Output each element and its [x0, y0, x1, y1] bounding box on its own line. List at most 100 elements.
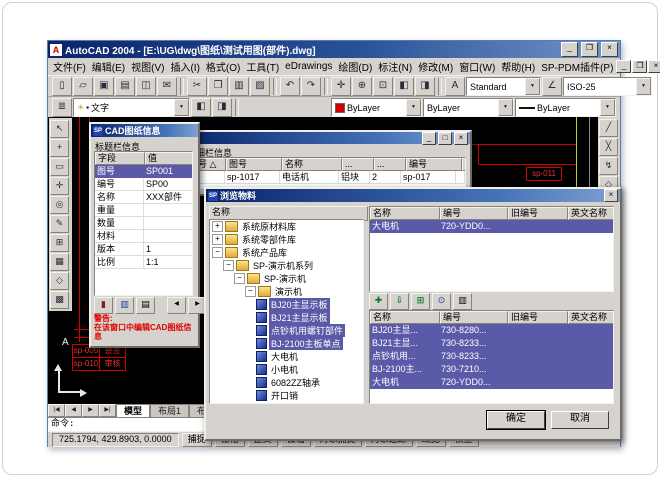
- list-view-icon[interactable]: ▥: [453, 293, 472, 310]
- menu-view[interactable]: 视图(V): [128, 58, 167, 75]
- menu-insert[interactable]: 插入(I): [167, 58, 202, 75]
- tree-item-part[interactable]: 开口销: [210, 389, 363, 402]
- chevron-down-icon[interactable]: ▼: [525, 78, 540, 95]
- chevron-down-icon[interactable]: ▼: [174, 99, 189, 116]
- save-icon[interactable]: ▣: [94, 77, 114, 96]
- match-properties-icon[interactable]: ▨: [250, 77, 270, 96]
- tree-item-parts-library[interactable]: + 系统零部件库: [210, 233, 363, 246]
- column-header-name[interactable]: 名称: [370, 311, 440, 324]
- table-row[interactable]: 编号 SP00: [95, 178, 192, 191]
- first-tab-icon[interactable]: |◀: [48, 404, 65, 417]
- restore-button[interactable]: ❐: [581, 42, 598, 57]
- maximize-button[interactable]: □: [438, 132, 452, 145]
- tree-item-demo-series[interactable]: − SP-演示机系列: [210, 259, 363, 272]
- properties-icon[interactable]: ◧: [394, 77, 414, 96]
- open-box-icon[interactable]: ⊞: [411, 293, 430, 310]
- publish-icon[interactable]: ✉: [157, 77, 177, 96]
- table-row[interactable]: 点钞机用... 730-8233...: [370, 350, 613, 363]
- dim-style-icon[interactable]: ∠: [542, 77, 562, 96]
- tree-expand-icon[interactable]: +: [212, 221, 223, 232]
- linetype-combo[interactable]: ByLayer ▼: [423, 98, 514, 117]
- tree-item-part[interactable]: 6082ZZ轴承: [210, 376, 363, 389]
- table-row[interactable]: BJ20主显... 730-8280...: [370, 324, 613, 337]
- paste-icon[interactable]: ▥: [229, 77, 249, 96]
- redo-icon[interactable]: ↷: [301, 77, 321, 96]
- minimize-button[interactable]: _: [422, 132, 436, 145]
- tree-item-part[interactable]: BJ20主显示板: [210, 298, 363, 311]
- rectangle-tool-icon[interactable]: ▭: [50, 158, 69, 176]
- chevron-down-icon[interactable]: ▼: [636, 78, 651, 95]
- table-row[interactable]: 重量: [95, 204, 192, 217]
- column-header-code[interactable]: 编号: [440, 311, 508, 324]
- undo-icon[interactable]: ↶: [280, 77, 300, 96]
- tree-collapse-icon[interactable]: −: [223, 260, 234, 271]
- tree-item-part[interactable]: 点钞机用螺钉部件: [210, 324, 363, 337]
- lineweight-combo[interactable]: ByLayer ▼: [515, 98, 616, 117]
- menu-edit[interactable]: 编辑(E): [89, 58, 128, 75]
- add-icon[interactable]: ✚: [369, 293, 388, 310]
- layers-icon[interactable]: ≣: [52, 98, 72, 117]
- chevron-down-icon[interactable]: ▼: [600, 99, 615, 116]
- tab-model[interactable]: 模型: [116, 404, 150, 417]
- construction-line-icon[interactable]: ╳: [599, 138, 618, 156]
- close-button[interactable]: ×: [454, 132, 468, 145]
- menu-window[interactable]: 窗口(W): [456, 58, 498, 75]
- menu-format[interactable]: 格式(O): [203, 58, 243, 75]
- new-icon[interactable]: ▯: [52, 77, 72, 96]
- layer-combo[interactable]: ☀ ▪ 文字 ▼: [73, 98, 190, 117]
- close-button[interactable]: ×: [601, 42, 618, 57]
- menu-tools[interactable]: 工具(T): [243, 58, 282, 75]
- open-icon[interactable]: ▱: [73, 77, 93, 96]
- tree-item-raw-materials[interactable]: + 系统原材料库: [210, 220, 363, 233]
- column-header-drawing-no[interactable]: 图号: [226, 158, 282, 171]
- dim-style-combo[interactable]: ISO-25 ▼: [563, 77, 652, 96]
- tree-item-part[interactable]: BJ-2100主板单点: [210, 337, 363, 350]
- insert-down-icon[interactable]: ⇩: [390, 293, 409, 310]
- block-icon[interactable]: ⊞: [50, 234, 69, 252]
- table-row[interactable]: 比例 1:1: [95, 256, 192, 269]
- table-row[interactable]: 大电机 720-YDD0...: [370, 376, 613, 389]
- column-header-english-name[interactable]: 英文名称: [568, 207, 614, 220]
- table-row[interactable]: BJ21主显... 730-8233...: [370, 337, 613, 350]
- circle-tool-icon[interactable]: ◎: [50, 196, 69, 214]
- tree-item-demo-machine[interactable]: − 演示机: [210, 285, 363, 298]
- table-row[interactable]: 数量: [95, 217, 192, 230]
- tree-item-part[interactable]: 小电机: [210, 363, 363, 376]
- column-header-name[interactable]: 名称: [370, 207, 440, 220]
- pointer-icon[interactable]: ↖: [50, 120, 69, 138]
- last-tab-icon[interactable]: ▶|: [99, 404, 116, 417]
- tree-collapse-icon[interactable]: −: [234, 273, 245, 284]
- close-icon[interactable]: ×: [604, 189, 618, 202]
- diamond-icon[interactable]: ◇: [50, 272, 69, 290]
- menu-sp-pdm[interactable]: SP-PDM插件(P): [538, 58, 616, 75]
- move-icon[interactable]: ✛: [50, 177, 69, 195]
- mdi-minimize-button[interactable]: _: [616, 60, 631, 73]
- cut-icon[interactable]: ✂: [187, 77, 207, 96]
- tree-expand-icon[interactable]: +: [212, 234, 223, 245]
- table-row[interactable]: 名称 XXX部件: [95, 191, 192, 204]
- text-style-combo[interactable]: Standard ▼: [466, 77, 541, 96]
- prev-record-icon[interactable]: ◀: [167, 297, 186, 314]
- column-header-code[interactable]: 编号: [406, 158, 462, 171]
- mdi-close-button[interactable]: ×: [648, 60, 660, 73]
- layer-control-icon[interactable]: ◧: [191, 98, 211, 117]
- column-header-qty[interactable]: ...: [374, 158, 406, 171]
- menu-modify[interactable]: 修改(M): [415, 58, 456, 75]
- table-row[interactable]: 版本 1: [95, 243, 192, 256]
- prev-tab-icon[interactable]: ◀: [65, 404, 82, 417]
- printer-icon[interactable]: ▤: [136, 297, 155, 314]
- tree-item-demo-machine-sp[interactable]: − SP-演示机: [210, 272, 363, 285]
- table-row[interactable]: 材料: [95, 230, 192, 243]
- crosshair-icon[interactable]: +: [50, 139, 69, 157]
- table-row[interactable]: 1 sp-1017 电话机 铝块 2 sp-017: [186, 171, 465, 184]
- hatch-tool-icon[interactable]: ▩: [50, 291, 69, 309]
- menu-dimension[interactable]: 标注(N): [375, 58, 415, 75]
- tree-collapse-icon[interactable]: −: [245, 286, 256, 297]
- zoom-window-icon[interactable]: ⊡: [373, 77, 393, 96]
- print-icon[interactable]: ▤: [115, 77, 135, 96]
- columns-icon[interactable]: ▥: [115, 297, 134, 314]
- ok-button[interactable]: 确定: [487, 411, 545, 429]
- grid-icon[interactable]: ▦: [50, 253, 69, 271]
- pan-icon[interactable]: ✛: [331, 77, 351, 96]
- text-style-icon[interactable]: A: [445, 77, 465, 96]
